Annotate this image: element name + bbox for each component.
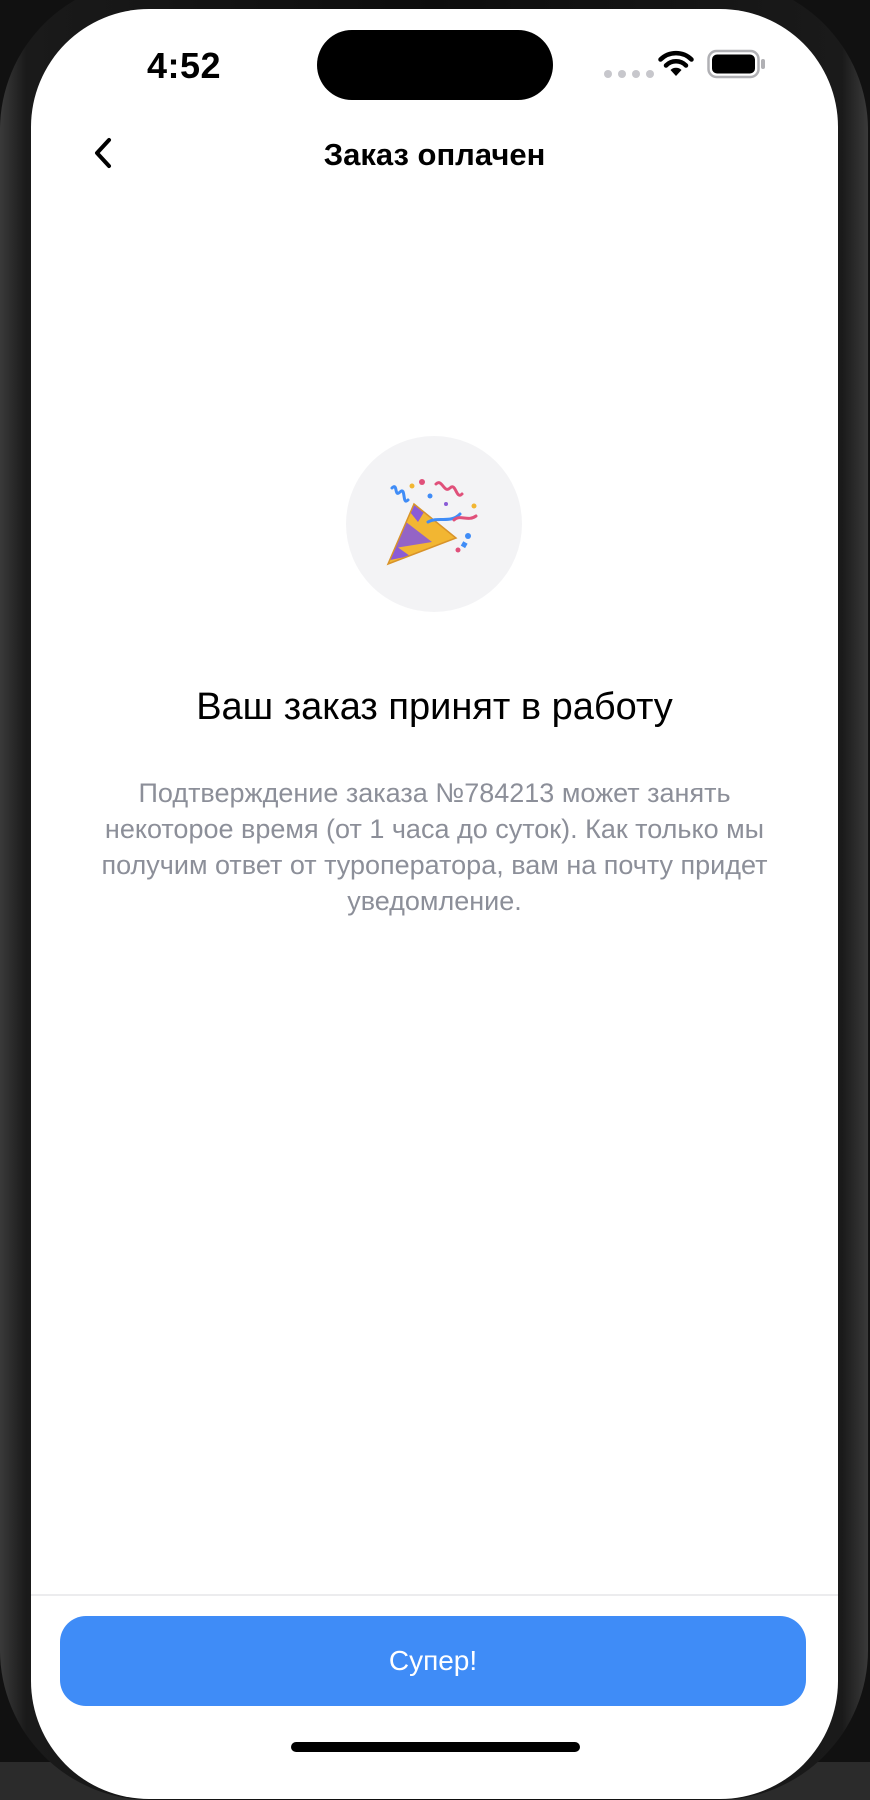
party-popper-icon <box>386 479 478 566</box>
super-button[interactable]: Супер! <box>60 1616 806 1706</box>
signal-dots-icon <box>604 70 654 78</box>
status-time: 4:52 <box>147 45 222 86</box>
app-screen: 4:52 Заказ оплачен Ваш заказ принят в ра… <box>31 9 838 1799</box>
wifi-icon <box>658 50 694 76</box>
battery-icon <box>707 49 765 79</box>
home-indicator[interactable] <box>291 1742 580 1752</box>
illustration-circle <box>346 436 522 612</box>
page-title: Заказ оплачен <box>323 137 546 172</box>
dynamic-island <box>317 30 553 100</box>
description-text: Подтверждение заказа №784213 может занят… <box>101 778 768 916</box>
device: 4:52 Заказ оплачен Ваш заказ принят в ра… <box>0 0 870 1800</box>
bottom-divider <box>31 1594 838 1596</box>
headline: Ваш заказ принят в работу <box>196 686 673 728</box>
